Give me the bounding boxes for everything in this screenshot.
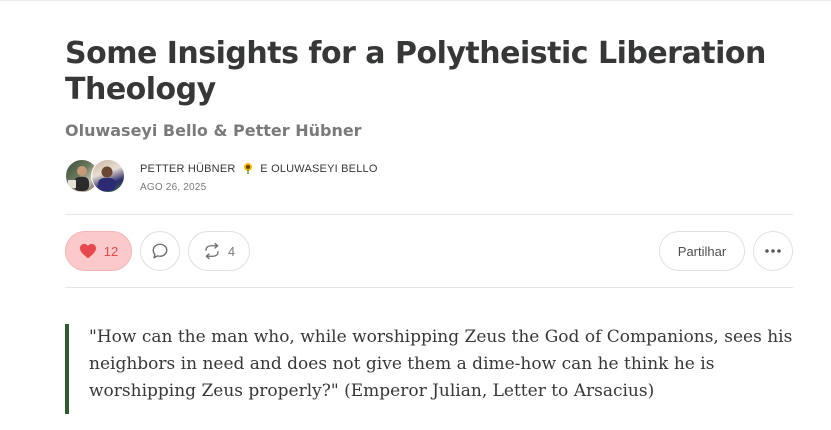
top-divider bbox=[0, 0, 831, 1]
ellipsis-icon bbox=[764, 248, 782, 254]
like-button[interactable]: 12 bbox=[65, 231, 132, 271]
post-date: ago 26, 2025 bbox=[140, 182, 207, 193]
like-count: 12 bbox=[103, 243, 119, 259]
post-subtitle: Oluwaseyi Bello & Petter Hübner bbox=[65, 121, 362, 140]
sunflower-icon bbox=[242, 162, 254, 178]
more-options-button[interactable] bbox=[753, 231, 793, 271]
author-avatar-2[interactable] bbox=[91, 159, 125, 193]
post-title: Some Insights for a Polytheistic Liberat… bbox=[65, 36, 766, 107]
author-link-1[interactable]: Petter Hübner bbox=[140, 163, 236, 175]
divider-top bbox=[65, 214, 793, 215]
blockquote: "How can the man who, while worshipping … bbox=[65, 324, 795, 414]
byline: Petter Hübner e Oluwaseyi Bello ago 26, … bbox=[65, 157, 465, 197]
comment-button[interactable] bbox=[140, 231, 180, 271]
heart-icon bbox=[79, 243, 97, 259]
quote-text: "How can the man who, while worshipping … bbox=[89, 327, 793, 401]
comment-bubble-icon bbox=[151, 242, 169, 260]
person-photo-icon bbox=[98, 166, 116, 191]
author-link-2[interactable]: Oluwaseyi Bello bbox=[271, 163, 378, 175]
divider-bottom bbox=[65, 287, 793, 288]
restack-icon bbox=[203, 242, 221, 260]
author-separator: e bbox=[257, 163, 272, 175]
restack-button[interactable]: 4 bbox=[188, 231, 250, 271]
share-label: Partilhar bbox=[677, 243, 727, 259]
author-names: Petter Hübner e Oluwaseyi Bello bbox=[140, 162, 378, 178]
restack-count: 4 bbox=[227, 243, 236, 259]
share-button[interactable]: Partilhar bbox=[659, 231, 745, 271]
